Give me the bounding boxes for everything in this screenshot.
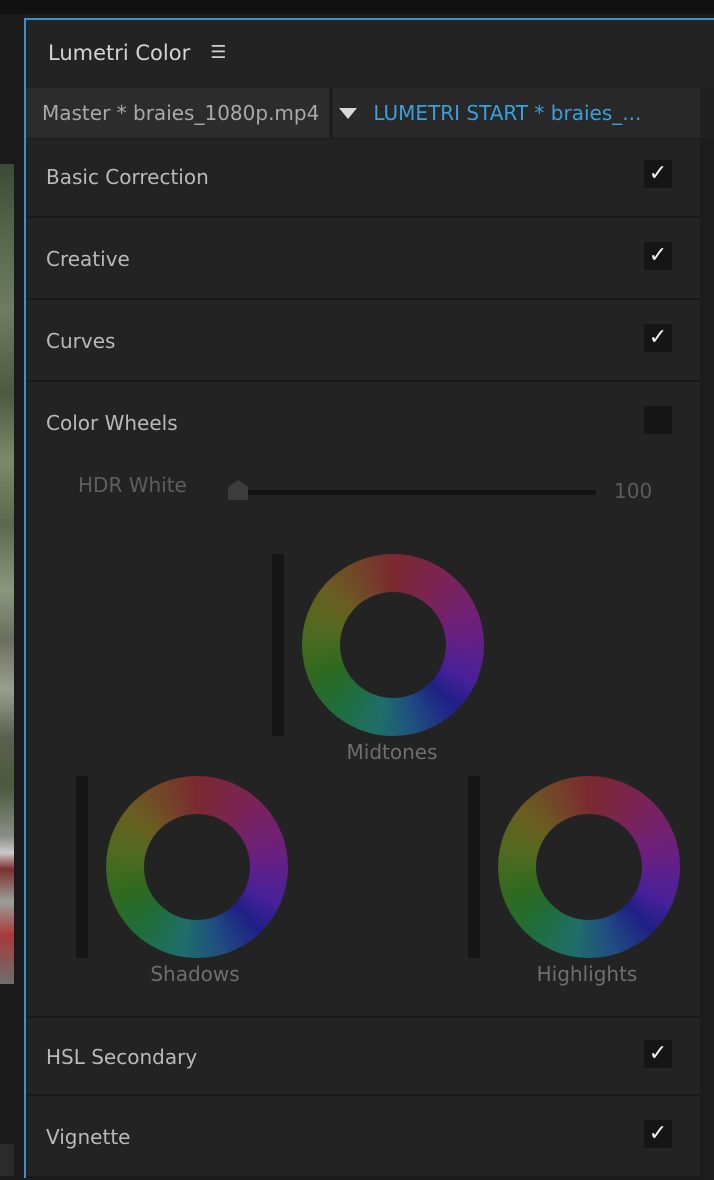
section-label: Vignette [46, 1125, 131, 1149]
hdr-white-slider[interactable] [234, 490, 596, 495]
tab-divider [329, 88, 334, 138]
section-label: HSL Secondary [46, 1045, 198, 1069]
section-hsl-secondary[interactable]: HSL Secondary ✓ [26, 1016, 700, 1096]
section-color-wheels[interactable]: Color Wheels [26, 384, 700, 464]
top-band [0, 0, 714, 14]
lumetri-color-panel: Lumetri Color ☰ Master * braies_1080p.mp… [24, 18, 714, 1180]
section-label: Curves [46, 329, 116, 353]
color-wheels-checkbox[interactable] [644, 406, 672, 434]
creative-checkbox[interactable]: ✓ [644, 242, 672, 270]
panel-header: Lumetri Color ☰ [26, 20, 714, 86]
midtones-color-wheel[interactable] [302, 554, 484, 736]
section-label: Color Wheels [46, 411, 178, 435]
hamburger-menu-icon[interactable]: ☰ [210, 44, 226, 62]
shadows-lightness-slider[interactable] [76, 776, 88, 958]
section-basic-correction[interactable]: Basic Correction ✓ [26, 138, 700, 218]
highlights-label: Highlights [536, 962, 638, 986]
dropdown-arrow-icon[interactable] [339, 107, 358, 119]
curves-checkbox[interactable]: ✓ [644, 324, 672, 352]
tabs-overflow [700, 88, 714, 138]
hdr-white-label: HDR White [78, 473, 187, 497]
midtones-label: Midtones [346, 740, 438, 764]
highlights-lightness-slider[interactable] [468, 776, 480, 958]
section-vignette[interactable]: Vignette ✓ [26, 1098, 700, 1178]
tab-master[interactable]: Master * braies_1080p.mp4 [26, 88, 330, 138]
shadows-color-wheel[interactable] [106, 776, 288, 958]
hsl-secondary-checkbox[interactable]: ✓ [644, 1040, 672, 1068]
vignette-checkbox[interactable]: ✓ [644, 1120, 672, 1148]
section-creative[interactable]: Creative ✓ [26, 220, 700, 300]
midtones-lightness-slider[interactable] [272, 554, 284, 736]
panel-title: Lumetri Color [48, 41, 191, 65]
hdr-white-value[interactable]: 100 [614, 479, 652, 503]
hdr-white-slider-thumb[interactable] [228, 480, 248, 500]
section-curves[interactable]: Curves ✓ [26, 302, 700, 382]
scrollbar[interactable] [700, 138, 714, 1180]
section-label: Creative [46, 247, 130, 271]
preview-control[interactable] [0, 1144, 14, 1176]
tab-lumetri-start[interactable]: LUMETRI START * braies_... [373, 101, 641, 125]
video-preview-strip [0, 14, 24, 1178]
video-preview-image [0, 164, 14, 984]
highlights-color-wheel[interactable] [498, 776, 680, 958]
basic-correction-checkbox[interactable]: ✓ [644, 160, 672, 188]
section-label: Basic Correction [46, 165, 209, 189]
shadows-label: Shadows [150, 962, 240, 986]
clip-tabs: Master * braies_1080p.mp4 LUMETRI START … [26, 88, 714, 139]
